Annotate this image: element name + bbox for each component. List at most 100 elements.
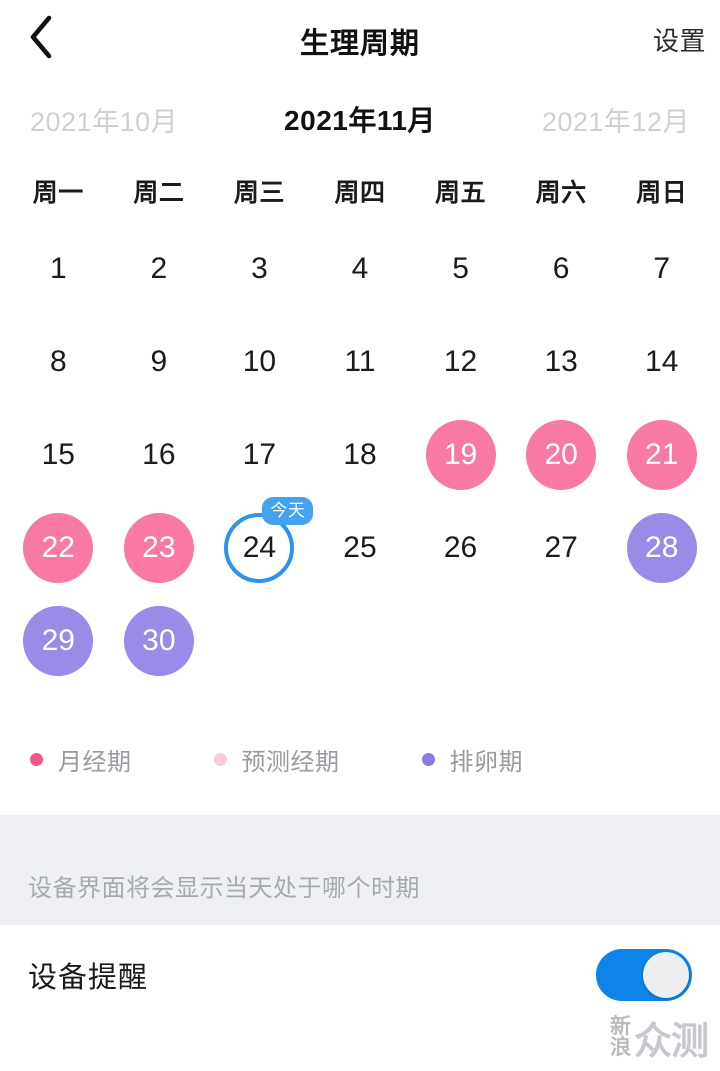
- calendar-day-period: 19: [425, 419, 496, 490]
- page-title: 生理周期: [299, 28, 420, 60]
- calendar-day-period: 21: [626, 419, 697, 490]
- note-text: 设备界面将会显示当天处于哪个时期: [28, 875, 420, 902]
- calendar-day-normal: 25: [325, 513, 395, 583]
- calendar-day-normal: 10: [224, 327, 294, 397]
- calendar-day-normal: 15: [23, 420, 93, 490]
- today-badge: 今天: [262, 496, 314, 525]
- calendar-day-normal: 26: [426, 513, 496, 583]
- device-reminder-label: 设备提醒: [28, 962, 149, 994]
- calendar-day-number: 9: [150, 344, 168, 378]
- calendar-day-cell[interactable]: 20: [511, 408, 612, 501]
- calendar-day-number: 20: [544, 437, 578, 471]
- calendar-day-cell[interactable]: 5: [410, 222, 511, 315]
- calendar-day-number: 15: [41, 437, 75, 471]
- calendar-weekday: 周三: [233, 179, 285, 207]
- calendar-day-number: 27: [544, 530, 578, 564]
- calendar-day-cell[interactable]: 23: [109, 501, 210, 594]
- calendar-day-cell[interactable]: 28: [611, 501, 712, 594]
- toggle-knob: [643, 952, 689, 998]
- calendar-day-normal: 4: [325, 234, 395, 304]
- calendar-weekday: 周二: [133, 179, 185, 207]
- calendar-day-cell[interactable]: 24 今天: [209, 496, 314, 594]
- calendar-day-cell[interactable]: 19: [410, 408, 511, 501]
- calendar-day-number: 8: [49, 344, 67, 378]
- calendar-day-number: 12: [443, 344, 478, 378]
- legend-label: 排卵期: [449, 748, 523, 776]
- calendar-day-normal: 11: [325, 327, 395, 397]
- calendar-legend: 月经期 预测经期 排卵期: [0, 729, 720, 789]
- calendar-day-normal: 12: [426, 327, 496, 397]
- calendar-day-number: 28: [645, 530, 679, 564]
- device-reminder-row[interactable]: 设备提醒: [0, 925, 720, 1025]
- calendar-day-today: 24 今天: [224, 496, 314, 583]
- calendar: 周一 周二 周三 周四 周五 周六 周日 1 2 3 4 5 6 7 8 9 10 11 12 13 14 15 16 17…: [0, 160, 720, 687]
- calendar-day-cell[interactable]: 4: [310, 222, 411, 315]
- calendar-day-cell[interactable]: 9: [109, 315, 210, 408]
- legend-label: 预测经期: [241, 748, 340, 776]
- calendar-day-cell[interactable]: 27: [511, 501, 612, 594]
- month-current[interactable]: 2021年11月: [284, 99, 436, 139]
- calendar-day-cell[interactable]: 18: [310, 408, 411, 501]
- legend-label: 月经期: [58, 748, 132, 776]
- calendar-day-normal: 27: [526, 513, 596, 583]
- month-prev[interactable]: 2021年10月: [30, 100, 178, 139]
- calendar-day-normal: 6: [526, 234, 596, 304]
- month-next[interactable]: 2021年12月: [542, 100, 690, 139]
- calendar-day-ovulation: 28: [626, 512, 697, 583]
- settings-button[interactable]: 设置: [653, 21, 706, 58]
- calendar-day-number: 21: [645, 437, 679, 471]
- calendar-day-normal: 1: [23, 234, 93, 304]
- calendar-day-cell[interactable]: 30: [109, 594, 210, 687]
- calendar-day-cell[interactable]: 12: [410, 315, 511, 408]
- calendar-day-cell[interactable]: 26: [410, 501, 511, 594]
- calendar-day-number: 6: [552, 251, 570, 285]
- calendar-day-cell[interactable]: 17: [209, 408, 310, 501]
- calendar-day-cell[interactable]: 2: [109, 222, 210, 315]
- calendar-day-cell[interactable]: 3: [209, 222, 310, 315]
- calendar-day-cell[interactable]: 29: [8, 594, 109, 687]
- calendar-day-ovulation: 30: [123, 605, 194, 676]
- calendar-day-normal: 9: [124, 327, 194, 397]
- calendar-day-normal: 13: [526, 327, 596, 397]
- calendar-day-number: 17: [242, 437, 277, 471]
- calendar-day-normal: 16: [124, 420, 194, 490]
- calendar-day-normal: 7: [627, 234, 697, 304]
- calendar-day-cell[interactable]: 8: [8, 315, 109, 408]
- calendar-weekday-header: 周一 周二 周三 周四 周五 周六 周日: [0, 160, 720, 222]
- calendar-day-period: 23: [123, 512, 194, 583]
- calendar-day-cell[interactable]: 11: [310, 315, 411, 408]
- app-header: 生理周期 设置: [0, 0, 720, 78]
- calendar-day-normal: 17: [224, 420, 294, 490]
- calendar-weekday: 周日: [636, 179, 688, 207]
- calendar-day-cell[interactable]: 13: [511, 315, 612, 408]
- legend-dot-icon: [30, 752, 43, 766]
- calendar-day-number: 30: [142, 623, 176, 657]
- calendar-day-ovulation: 29: [23, 605, 94, 676]
- calendar-days-grid: 1 2 3 4 5 6 7 8 9 10 11 12 13 14 15 16 17 18 19 20 21 22 23 24 今…: [0, 222, 720, 687]
- legend-item: 排卵期: [421, 742, 524, 777]
- calendar-day-cell[interactable]: 14: [611, 315, 712, 408]
- calendar-day-normal: 18: [325, 420, 395, 490]
- calendar-weekday: 周一: [32, 179, 84, 207]
- calendar-day-cell[interactable]: 10: [209, 315, 310, 408]
- calendar-day-number: 25: [343, 530, 377, 564]
- calendar-day-number: 26: [443, 530, 478, 564]
- calendar-day-number: 16: [142, 437, 176, 471]
- calendar-day-cell[interactable]: 1: [8, 222, 109, 315]
- calendar-day-number: 18: [343, 437, 377, 471]
- calendar-day-number: 3: [251, 251, 268, 285]
- calendar-day-cell[interactable]: 16: [109, 408, 210, 501]
- device-reminder-toggle[interactable]: [596, 949, 692, 1001]
- calendar-day-normal: 2: [124, 234, 194, 304]
- legend-dot-icon: [421, 752, 435, 766]
- calendar-day-cell[interactable]: 15: [8, 408, 109, 501]
- calendar-day-number: 22: [41, 530, 75, 564]
- calendar-day-cell[interactable]: 7: [611, 222, 712, 315]
- calendar-day-cell[interactable]: 6: [511, 222, 612, 315]
- calendar-day-cell[interactable]: 25: [310, 501, 411, 594]
- calendar-day-cell[interactable]: 22: [8, 501, 109, 594]
- calendar-day-number: 2: [150, 251, 168, 285]
- note-band: 设备界面将会显示当天处于哪个时期: [0, 815, 720, 925]
- calendar-day-cell[interactable]: 21: [611, 408, 712, 501]
- legend-dot-icon: [213, 752, 227, 766]
